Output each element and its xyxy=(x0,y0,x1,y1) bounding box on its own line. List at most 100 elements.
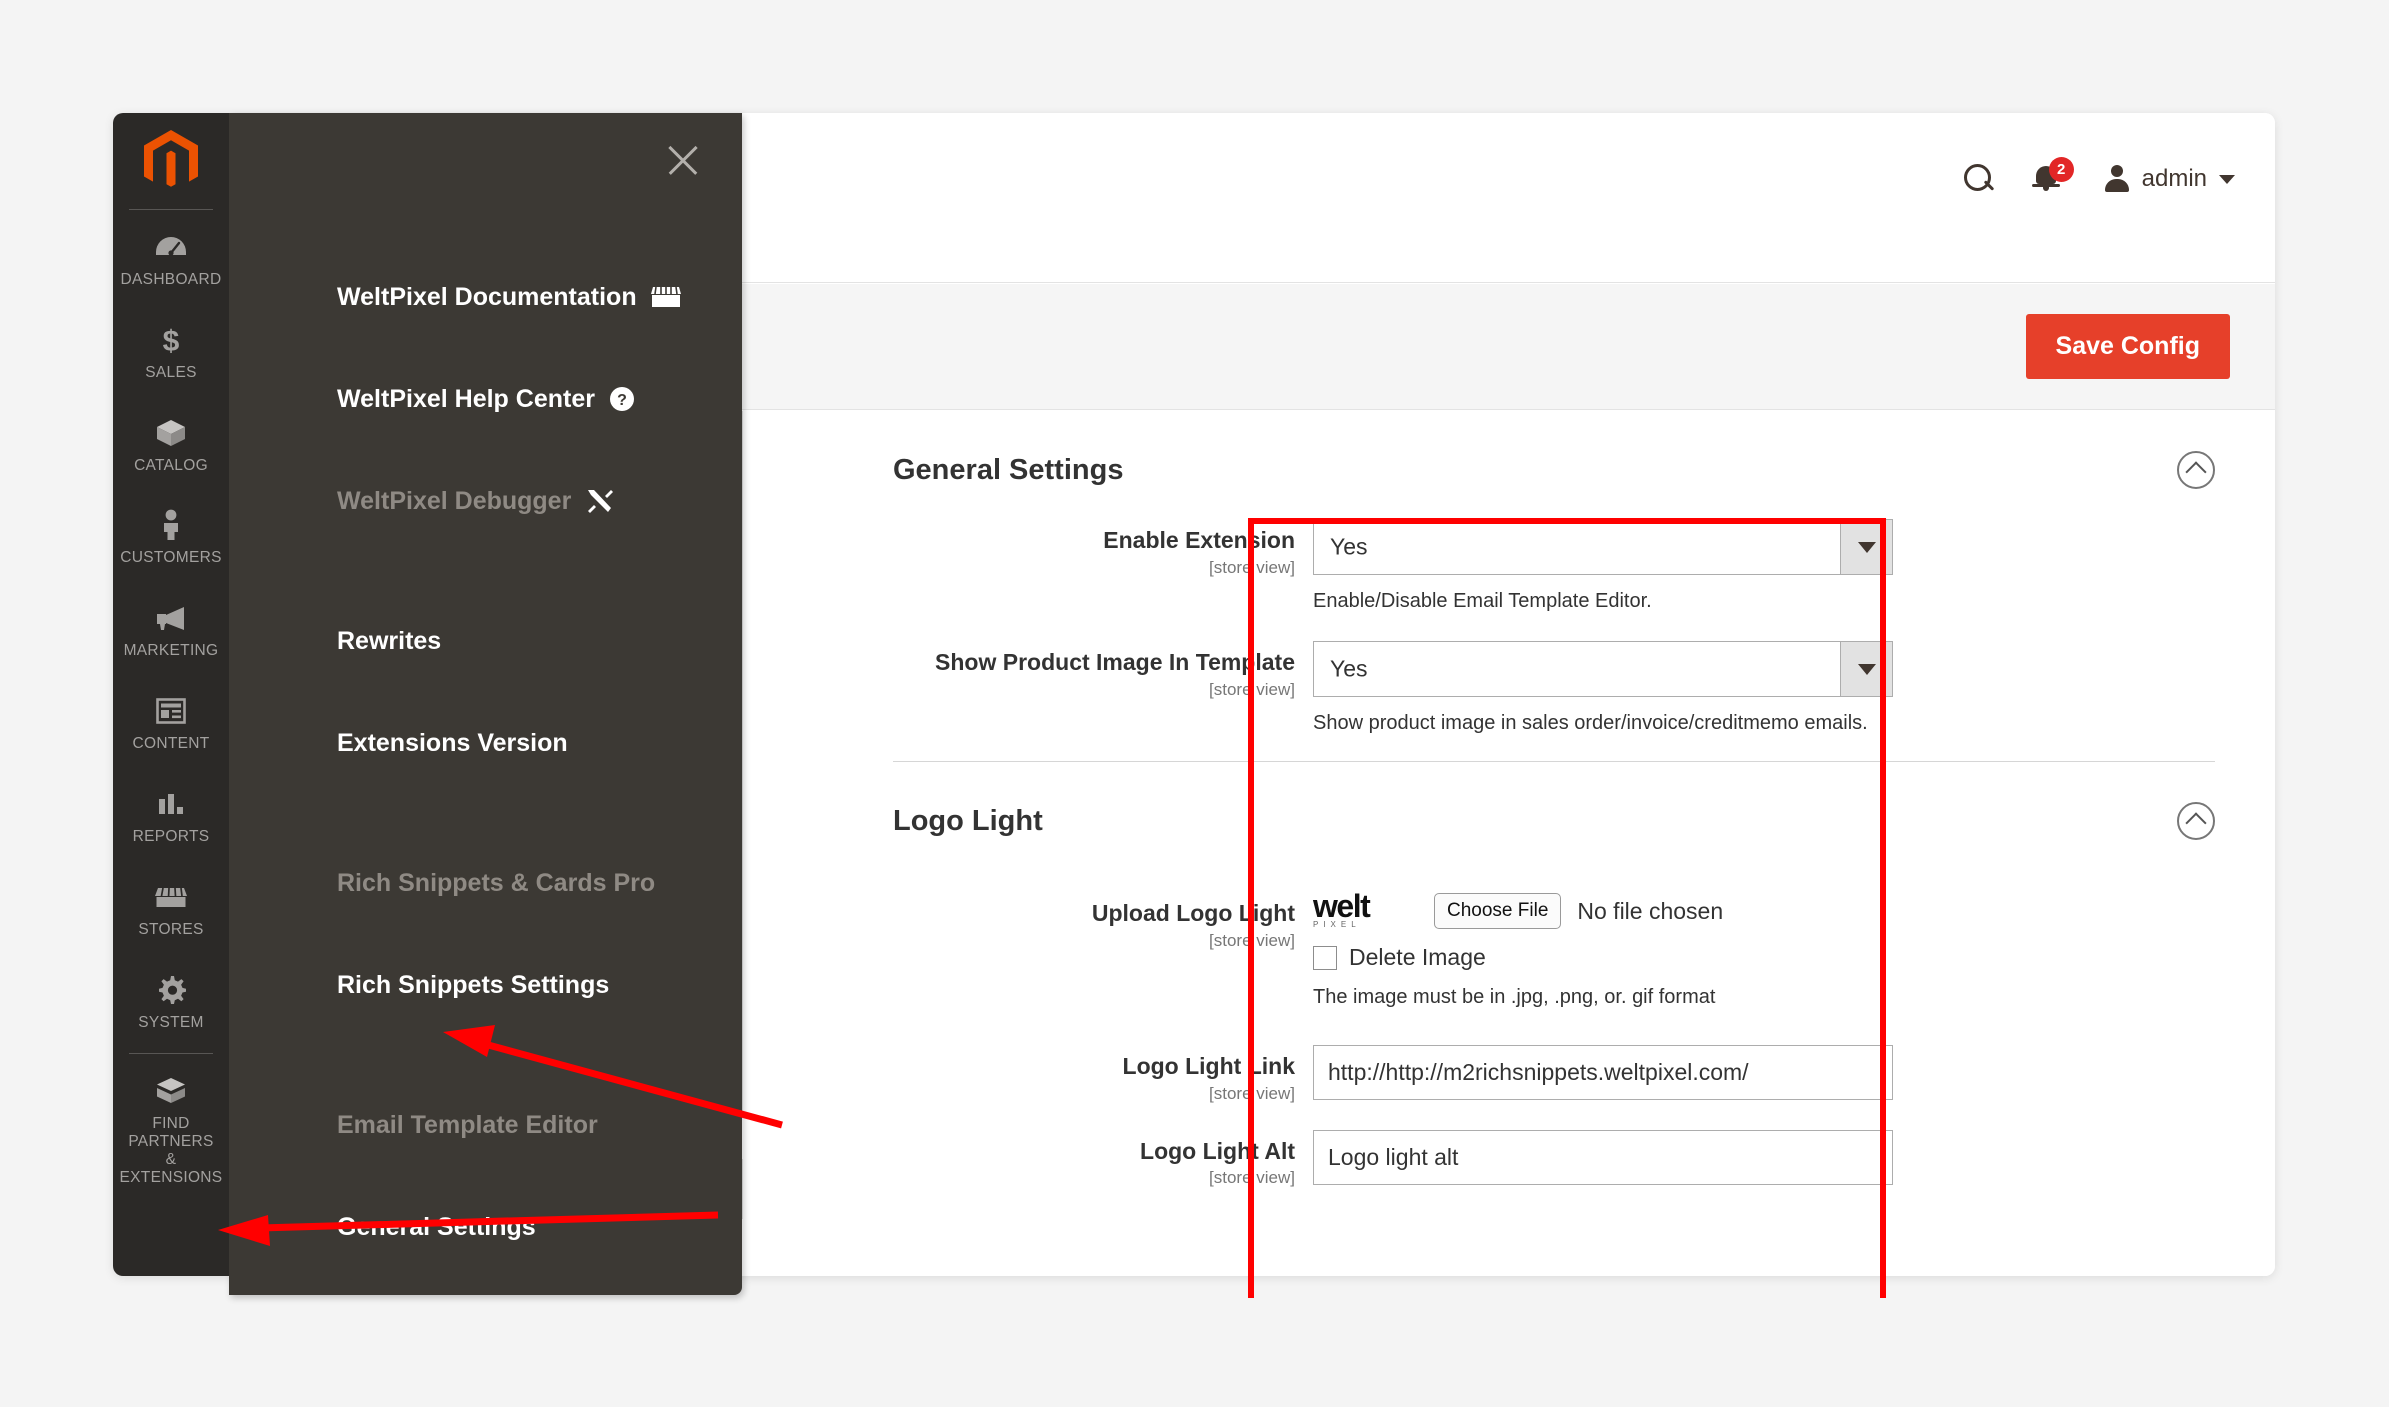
magento-logo-icon[interactable] xyxy=(113,113,229,209)
chevron-up-circle-icon[interactable] xyxy=(2177,802,2215,840)
flyout-item-rich-snippets-settings[interactable]: Rich Snippets Settings xyxy=(229,951,742,1019)
user-name: admin xyxy=(2141,165,2207,192)
notifications-count-badge: 2 xyxy=(2048,157,2074,182)
screenshot-root: 2 admin ? Save Config xyxy=(0,0,2389,1407)
topbar-actions: 2 admin xyxy=(1962,157,2235,197)
field-upload-logo-light: Upload Logo Light [store view] welt PIXE… xyxy=(893,888,2215,1011)
chevron-down-icon xyxy=(2219,174,2235,184)
field-control xyxy=(1313,1041,2215,1100)
sidebar-item-label: SALES xyxy=(145,363,197,381)
field-scope: [store view] xyxy=(1209,557,1295,577)
box-icon xyxy=(151,416,191,450)
select-dropdown-arrow-icon[interactable] xyxy=(1840,642,1892,696)
sidebar-item-catalog[interactable]: CATALOG xyxy=(113,396,229,489)
svg-text:?: ? xyxy=(617,392,627,409)
file-upload-line: welt PIXEL Choose File No file chosen xyxy=(1313,890,2215,930)
sidebar-item-label: SYSTEM xyxy=(138,1013,204,1031)
flyout-item-rewrites[interactable]: Rewrites xyxy=(229,607,742,675)
notifications-button[interactable]: 2 xyxy=(2031,157,2074,197)
sidebar-item-find-partners-extensions[interactable]: FIND PARTNERS & EXTENSIONS xyxy=(113,1054,229,1200)
enable-extension-select[interactable]: Yes xyxy=(1313,519,1893,575)
field-show-product-image: Show Product Image In Template [store vi… xyxy=(893,637,2215,737)
flyout-item-label: WeltPixel Documentation xyxy=(337,282,637,311)
sidebar-item-label: DASHBOARD xyxy=(120,271,222,288)
chevron-up-circle-icon[interactable] xyxy=(2177,451,2215,489)
field-control: Yes Show product image in sales order/in… xyxy=(1313,637,2215,737)
field-control: Yes Enable/Disable Email Template Editor… xyxy=(1313,515,2215,615)
flyout-item-label: WeltPixel Help Center xyxy=(337,384,595,413)
flyout-item-extensions-version[interactable]: Extensions Version xyxy=(229,709,742,777)
flyout-item-general-settings[interactable]: General Settings xyxy=(229,1193,742,1261)
settings-column: General Settings Enable Extension [store… xyxy=(813,411,2275,1276)
section-logo-light: Logo Light Upload Logo Light [store view… xyxy=(893,762,2215,1188)
sidebar-item-content[interactable]: CONTENT xyxy=(113,674,229,767)
choose-file-button[interactable]: Choose File xyxy=(1434,893,1562,929)
layout-icon xyxy=(151,694,191,728)
flyout-spacer xyxy=(229,1019,742,1091)
sidebar-item-customers[interactable]: CUSTOMERS xyxy=(113,488,229,581)
storefront-icon xyxy=(650,285,681,309)
field-scope: [store view] xyxy=(1209,930,1295,950)
flyout-group-label: Rich Snippets & Cards Pro xyxy=(337,868,656,897)
flyout-item-label: Rich Snippets Settings xyxy=(337,970,610,999)
flyout-spacer xyxy=(229,535,742,607)
section-header: Logo Light xyxy=(893,762,2215,866)
sidebar-item-label: REPORTS xyxy=(132,827,210,845)
sidebar-item-sales[interactable]: $ SALES xyxy=(113,303,229,396)
logo-light-alt-input[interactable] xyxy=(1313,1129,1893,1185)
logo-light-link-input[interactable] xyxy=(1313,1045,1893,1100)
weltpixel-logo-preview: welt PIXEL xyxy=(1313,890,1418,930)
sidebar-item-stores[interactable]: STORES xyxy=(113,860,229,953)
section-title: General Settings xyxy=(893,453,1124,486)
flyout-spacer xyxy=(229,675,742,709)
sidebar-item-dashboard[interactable]: DASHBOARD xyxy=(113,210,229,303)
flyout-spacer xyxy=(229,1159,742,1193)
sidebar-item-marketing[interactable]: MARKETING xyxy=(113,581,229,674)
storefront-icon xyxy=(151,880,191,914)
sidebar-item-reports[interactable]: REPORTS xyxy=(113,767,229,860)
field-label-text: Show Product Image In Template xyxy=(935,649,1295,675)
field-logo-light-link: Logo Light Link [store view] xyxy=(893,1041,2215,1104)
section-title: Logo Light xyxy=(893,804,1043,837)
field-label: Show Product Image In Template [store vi… xyxy=(893,637,1313,700)
field-control xyxy=(1313,1126,2215,1185)
flyout-spacer xyxy=(229,331,742,365)
sidebar-item-system[interactable]: SYSTEM xyxy=(113,953,229,1046)
svg-text:$: $ xyxy=(163,325,180,356)
tools-icon xyxy=(585,487,615,515)
flyout-group-label: WeltPixel Debugger xyxy=(337,486,572,515)
flyout-group-email-template-editor: Email Template Editor xyxy=(229,1091,742,1159)
dollar-icon: $ xyxy=(151,323,191,357)
close-icon[interactable] xyxy=(664,141,702,179)
field-logo-light-alt: Logo Light Alt [store view] xyxy=(893,1126,2215,1189)
save-config-button[interactable]: Save Config xyxy=(2025,314,2230,379)
field-note: Enable/Disable Email Template Editor. xyxy=(1313,590,1652,612)
delete-image-row: Delete Image xyxy=(1313,944,2215,971)
sidebar-item-label: FIND PARTNERS & EXTENSIONS xyxy=(119,1115,223,1186)
show-product-image-select[interactable]: Yes xyxy=(1313,641,1893,697)
flyout-item-label: Extensions Version xyxy=(337,728,568,757)
field-control: welt PIXEL Choose File No file chosen De… xyxy=(1313,888,2215,1011)
field-enable-extension: Enable Extension [store view] Yes Enable… xyxy=(893,515,2215,615)
field-label-text: Logo Light Alt xyxy=(1140,1137,1295,1164)
field-note: Show product image in sales order/invoic… xyxy=(1313,712,1868,734)
search-icon[interactable] xyxy=(1962,162,1996,196)
no-file-chosen-label: No file chosen xyxy=(1577,897,1724,924)
extensions-icon xyxy=(151,1074,191,1108)
flyout-item-weltpixel-documentation[interactable]: WeltPixel Documentation xyxy=(229,263,742,331)
select-value: Yes xyxy=(1330,533,1368,560)
field-label: Enable Extension [store view] xyxy=(893,515,1313,578)
bar-chart-icon xyxy=(151,787,191,821)
section-header: General Settings xyxy=(893,411,2215,515)
select-dropdown-arrow-icon[interactable] xyxy=(1840,520,1892,574)
flyout-item-weltpixel-help-center[interactable]: WeltPixel Help Center ? xyxy=(229,365,742,433)
megaphone-icon xyxy=(151,601,191,635)
delete-image-label: Delete Image xyxy=(1349,944,1486,970)
flyout-spacer xyxy=(229,917,742,951)
flyout-item-label: General Settings xyxy=(337,1212,536,1241)
sidebar-item-label: STORES xyxy=(138,920,204,938)
delete-image-checkbox[interactable] xyxy=(1313,945,1337,970)
flyout-item-label: Rewrites xyxy=(337,626,442,655)
user-menu[interactable]: admin xyxy=(2104,165,2235,193)
logo-preview-sub: PIXEL xyxy=(1313,919,1361,929)
